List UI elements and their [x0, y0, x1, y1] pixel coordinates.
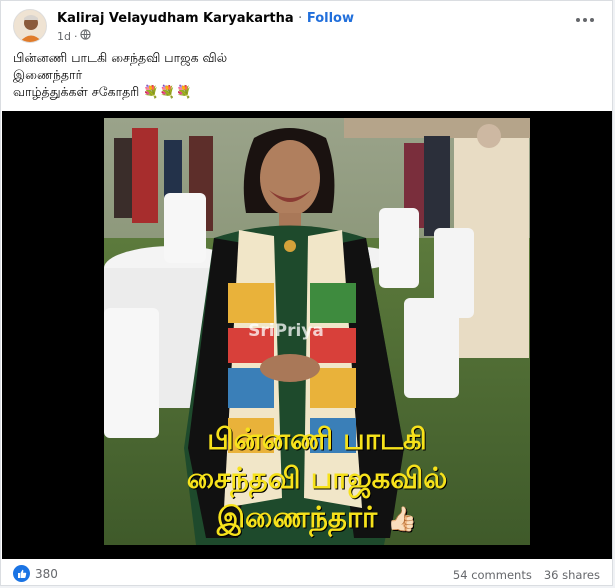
post-meta: 1d · — [57, 29, 92, 43]
like-icon — [13, 565, 30, 582]
overlay-line-1: பின்னணி பாடகி — [207, 422, 427, 456]
author-avatar[interactable] — [13, 9, 47, 43]
post-text: பின்னணி பாடகி சைந்தவி பாஜக வில் இணைந்தார… — [13, 49, 227, 100]
post-footer: 380 54 comments 36 shares — [1, 559, 612, 585]
overlay-line-3-text: இணைந்தார் — [216, 500, 378, 534]
post-text-line-3-text: வாழ்த்துக்கள் சகோதரி — [13, 84, 140, 99]
post-text-line-1: பின்னணி பாடகி சைந்தவி பாஜக வில் — [13, 50, 228, 65]
author-line: Kaliraj Velayudham Karyakartha · Follow — [57, 11, 354, 26]
bouquet-emoji: 💐💐💐 — [143, 84, 193, 99]
comments-count[interactable]: 54 comments — [453, 568, 532, 582]
post-card: Kaliraj Velayudham Karyakartha · Follow … — [0, 0, 613, 586]
overlay-line-3: இணைந்தார் 👍🏻 — [104, 498, 530, 539]
post-header: Kaliraj Velayudham Karyakartha · Follow … — [13, 7, 602, 43]
overlay-caption: பின்னணி பாடகி சைந்தவி பாஜகவில் இணைந்தார்… — [104, 420, 530, 539]
follow-button[interactable]: Follow — [307, 11, 354, 26]
post-photo[interactable]: SriPriya பின்னணி பாடகி சைந்தவி பாஜகவில் … — [104, 118, 530, 545]
post-media[interactable]: SriPriya பின்னணி பாடகி சைந்தவி பாஜகவில் … — [2, 111, 612, 559]
globe-icon[interactable] — [80, 29, 92, 43]
thumbs-up-emoji: 👍🏻 — [387, 505, 418, 533]
reactions-summary[interactable]: 380 — [13, 565, 58, 582]
shares-count[interactable]: 36 shares — [544, 568, 600, 582]
engagement-counts: 54 comments 36 shares — [453, 568, 600, 582]
separator-dot: · — [298, 11, 303, 26]
photo-watermark: SriPriya — [248, 321, 324, 341]
reaction-count[interactable]: 380 — [35, 567, 58, 581]
post-text-line-2: இணைந்தார் — [13, 67, 83, 82]
more-options-icon[interactable] — [574, 13, 596, 27]
overlay-line-2: சைந்தவி பாஜகவில் — [186, 461, 448, 495]
dot-separator: · — [73, 29, 78, 43]
author-name[interactable]: Kaliraj Velayudham Karyakartha — [57, 11, 294, 26]
post-text-line-3: வாழ்த்துக்கள் சகோதரி 💐💐💐 — [13, 83, 227, 100]
post-time[interactable]: 1d — [57, 30, 71, 43]
